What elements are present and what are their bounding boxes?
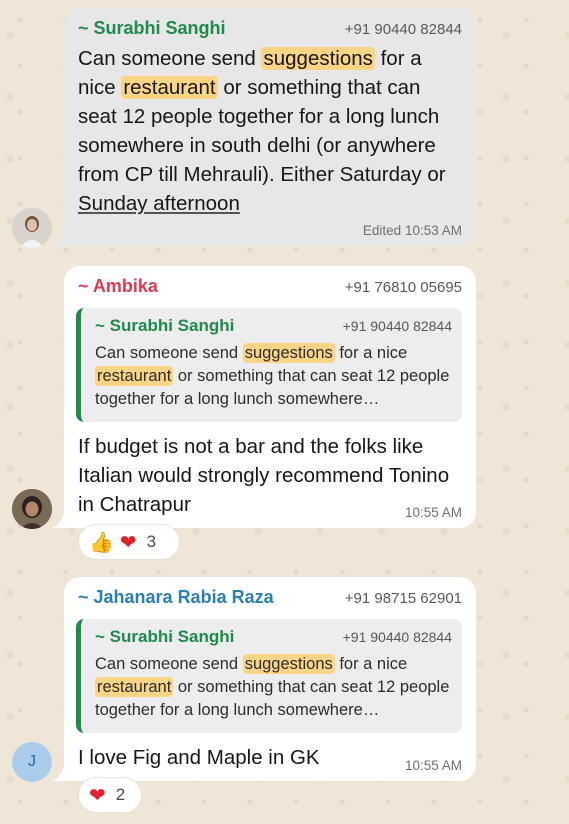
quote-sender: ~ Surabhi Sanghi <box>95 627 235 646</box>
highlighted-keyword: restaurant <box>95 677 174 697</box>
sender-name[interactable]: ~ Jahanara Rabia Raza <box>78 587 274 608</box>
message-meta: 10:55 AM <box>405 505 462 520</box>
highlighted-keyword: suggestions <box>242 343 335 363</box>
thumbs-up-icon: 👍 <box>89 530 114 554</box>
quote-sender: ~ Surabhi Sanghi <box>95 316 235 335</box>
reaction-count: 2 <box>115 785 126 804</box>
avatar-initial: J <box>28 753 36 770</box>
message-meta: Edited 10:53 AM <box>363 223 462 238</box>
highlighted-keyword: suggestions <box>261 47 375 70</box>
sender-phone[interactable]: +91 76810 05695 <box>345 279 462 296</box>
avatar[interactable] <box>12 208 52 248</box>
quote-header: ~ Surabhi Sanghi +91 90440 82844 <box>95 316 452 336</box>
highlighted-keyword: restaurant <box>121 76 218 99</box>
message-time: 10:53 AM <box>404 223 462 238</box>
reactions-pill[interactable]: ❤ 2 <box>78 777 142 813</box>
quoted-message[interactable]: ~ Surabhi Sanghi +91 90440 82844 Can som… <box>76 619 462 733</box>
sender-name[interactable]: ~ Surabhi Sanghi <box>78 18 226 39</box>
quote-phone: +91 90440 82844 <box>342 318 452 334</box>
edited-label: Edited <box>362 223 402 238</box>
sender-name[interactable]: ~ Ambika <box>78 276 158 297</box>
quote-text: Can someone send suggestions for a nice … <box>95 654 450 719</box>
message-header: ~ Jahanara Rabia Raza +91 98715 62901 <box>78 587 462 613</box>
person-photo-icon <box>12 489 52 529</box>
person-photo-icon <box>12 208 52 248</box>
reaction-count: 3 <box>146 532 157 551</box>
message-bubble[interactable]: ~ Ambika +91 76810 05695 ~ Surabhi Sangh… <box>64 266 476 528</box>
highlighted-keyword: suggestions <box>242 654 335 674</box>
message-bubble[interactable]: ~ Surabhi Sanghi +91 90440 82844 Can som… <box>64 8 476 246</box>
quote-phone: +91 90440 82844 <box>342 629 452 645</box>
heart-icon: ❤ <box>119 530 137 554</box>
message-time: 10:55 AM <box>404 505 462 520</box>
message-text: Can someone send suggestions for a nice … <box>78 47 446 215</box>
message-bubble[interactable]: ~ Jahanara Rabia Raza +91 98715 62901 ~ … <box>64 577 476 781</box>
message-header: ~ Surabhi Sanghi +91 90440 82844 <box>78 18 462 44</box>
message-time: 10:55 AM <box>404 758 462 773</box>
heart-icon: ❤ <box>89 783 106 807</box>
avatar[interactable] <box>12 489 52 529</box>
sender-phone[interactable]: +91 90440 82844 <box>345 21 462 38</box>
message-header: ~ Ambika +91 76810 05695 <box>78 276 462 302</box>
message-meta: 10:55 AM <box>405 758 462 773</box>
avatar[interactable]: J <box>12 742 52 782</box>
highlighted-keyword: restaurant <box>95 366 174 386</box>
quoted-message[interactable]: ~ Surabhi Sanghi +91 90440 82844 Can som… <box>76 308 462 422</box>
quote-header: ~ Surabhi Sanghi +91 90440 82844 <box>95 627 452 647</box>
sender-phone[interactable]: +91 98715 62901 <box>345 590 462 607</box>
reactions-pill[interactable]: 👍 ❤ 3 <box>78 524 180 560</box>
quote-text: Can someone send suggestions for a nice … <box>95 343 450 408</box>
date-link[interactable]: Sunday afternoon <box>78 192 240 215</box>
